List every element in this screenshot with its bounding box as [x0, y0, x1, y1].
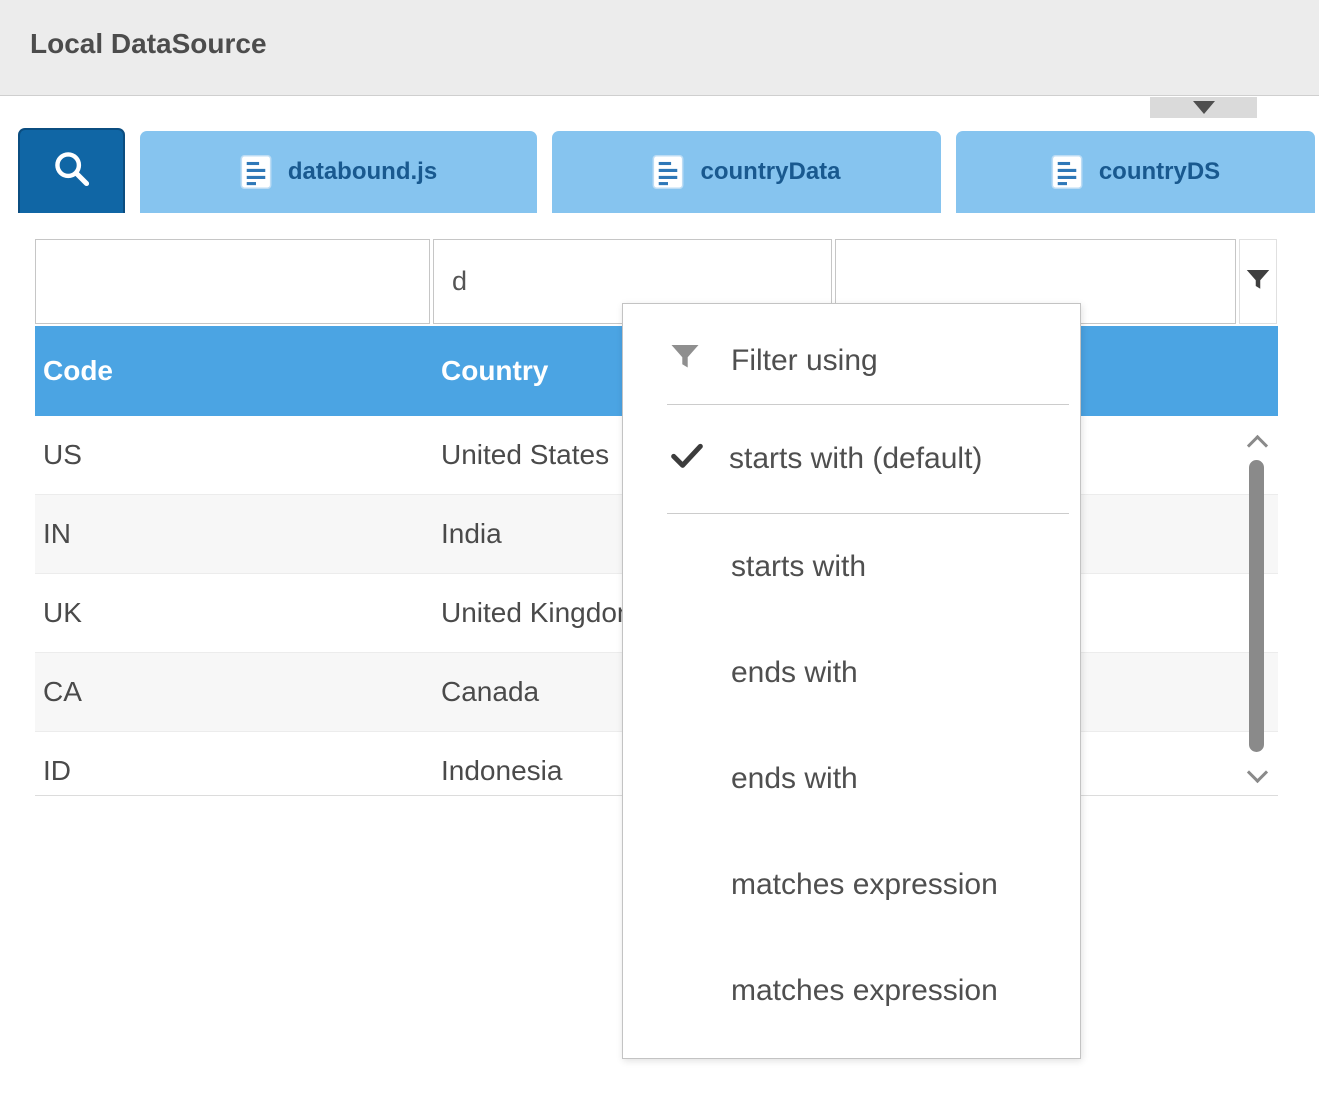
menu-item[interactable]: ends with: [623, 726, 1080, 832]
window-header: Local DataSource: [0, 0, 1319, 96]
cell-code: CA: [35, 676, 433, 708]
tabstrip-scroll-button[interactable]: [1150, 97, 1257, 118]
filter-menu-header: Filter using: [623, 318, 1080, 404]
filter-menu: Filter using starts with (default) start…: [622, 303, 1081, 1059]
tab-label: countryDS: [1099, 158, 1220, 186]
menu-item-selected[interactable]: starts with (default): [623, 405, 1080, 513]
chevron-down-icon: [1193, 101, 1215, 114]
tab-label: countryData: [700, 158, 840, 186]
filter-menu-title: Filter using: [731, 344, 878, 378]
menu-item[interactable]: matches expression: [623, 832, 1080, 938]
filter-funnel-icon: [1243, 265, 1273, 298]
menu-item[interactable]: starts with: [623, 514, 1080, 620]
tabstrip: databound.js countryData countryDS: [18, 128, 1315, 213]
document-icon: [652, 155, 684, 189]
tab-countryds[interactable]: countryDS: [956, 131, 1315, 213]
scrollbar-thumb[interactable]: [1249, 460, 1264, 752]
menu-item[interactable]: matches expression: [623, 938, 1080, 1044]
column-header-code[interactable]: Code: [35, 355, 433, 387]
check-icon: [667, 435, 707, 483]
menu-item-label: matches expression: [731, 974, 998, 1008]
document-icon: [240, 155, 272, 189]
funnel-icon: [667, 339, 703, 383]
tab-countrydata[interactable]: countryData: [552, 131, 941, 213]
tab-label: databound.js: [288, 158, 437, 186]
menu-item-label: ends with: [731, 762, 858, 796]
cell-code: UK: [35, 597, 433, 629]
filter-input-code[interactable]: [35, 239, 430, 324]
page-title: Local DataSource: [30, 28, 267, 60]
document-icon: [1051, 155, 1083, 189]
tab-search[interactable]: [18, 128, 125, 213]
scroll-down-button[interactable]: [1240, 763, 1274, 789]
chevron-up-icon: [1246, 434, 1267, 455]
menu-item-label: starts with: [731, 550, 866, 584]
cell-code: US: [35, 439, 433, 471]
menu-item-label: matches expression: [731, 868, 998, 902]
vertical-scrollbar[interactable]: [1240, 428, 1274, 789]
cell-code: ID: [35, 755, 433, 787]
menu-item-label: ends with: [731, 656, 858, 690]
menu-item[interactable]: ends with: [623, 620, 1080, 726]
tab-databound-js[interactable]: databound.js: [140, 131, 537, 213]
cell-code: IN: [35, 518, 433, 550]
chevron-down-icon: [1246, 761, 1267, 782]
menu-item-label: starts with (default): [729, 442, 982, 476]
scroll-up-button[interactable]: [1240, 428, 1274, 454]
filter-button[interactable]: [1239, 239, 1277, 324]
search-icon: [49, 146, 95, 197]
